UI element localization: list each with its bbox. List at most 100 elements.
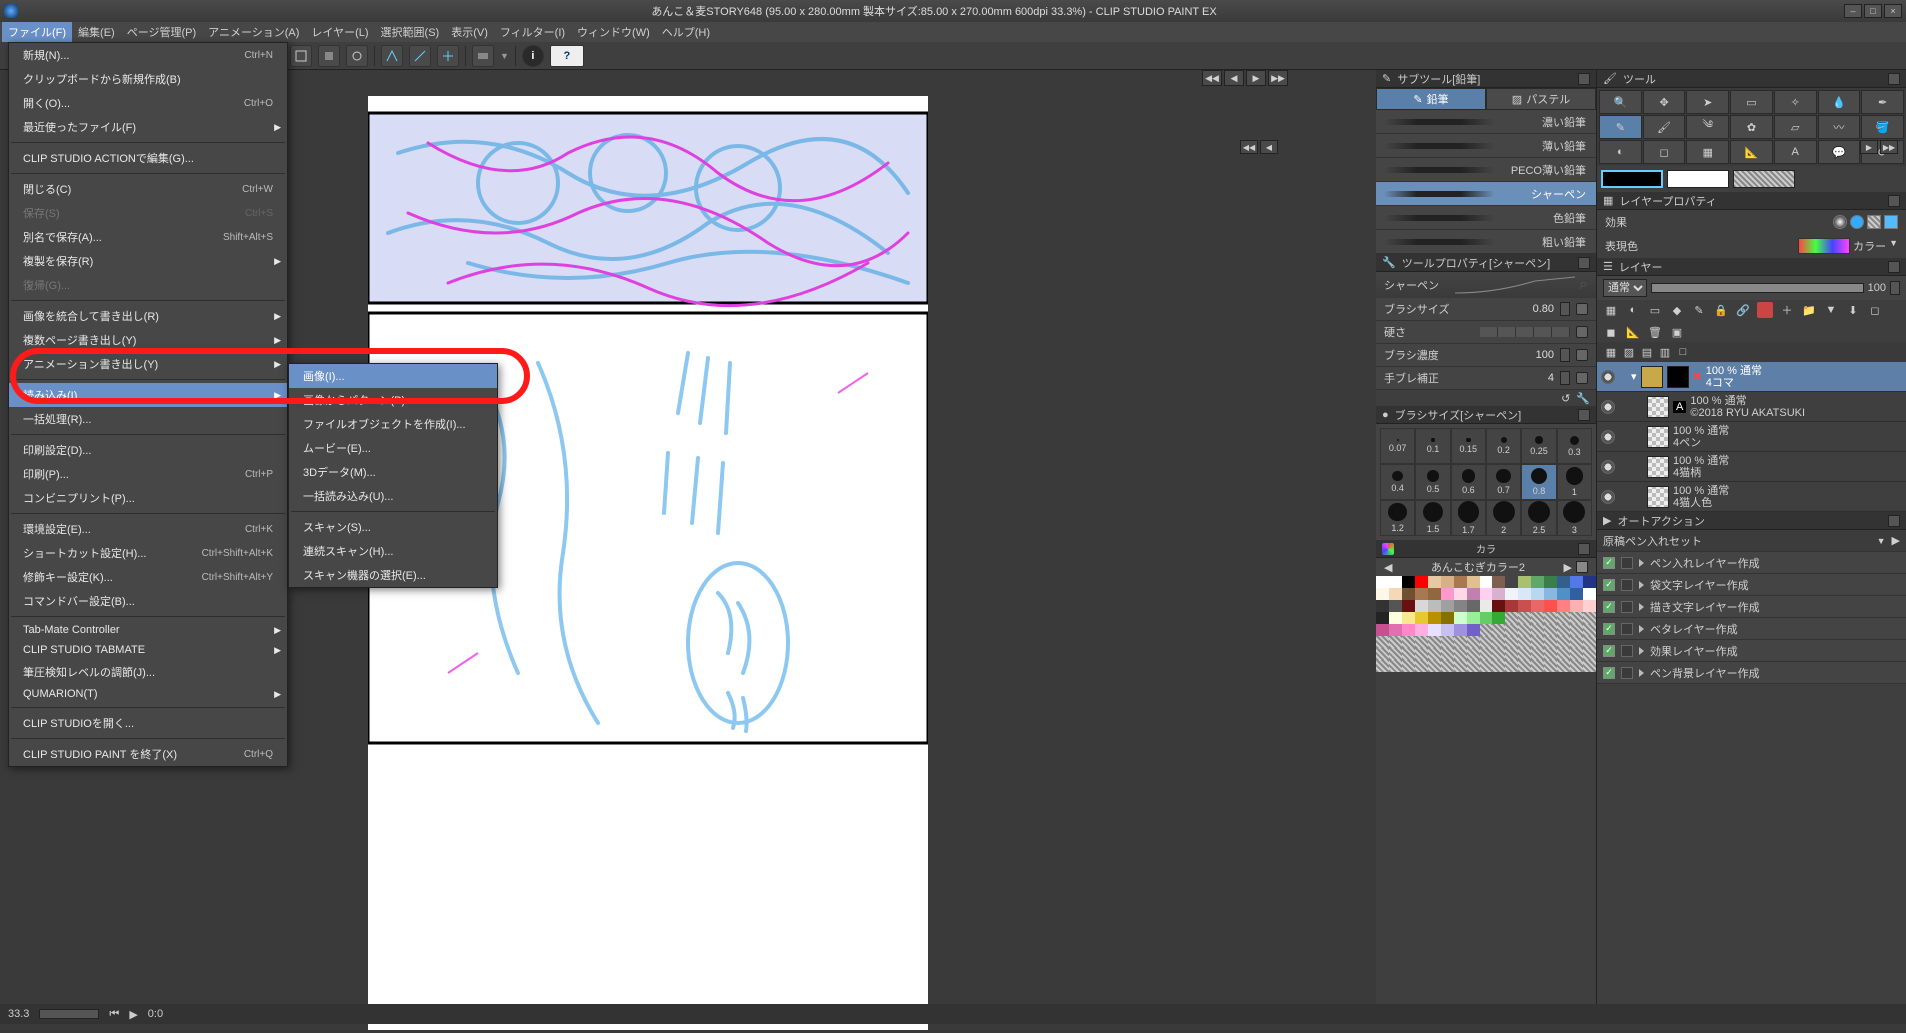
palette-swatch[interactable]	[1570, 612, 1583, 624]
palette-swatch[interactable]	[1531, 576, 1544, 588]
panel-a-prev-all[interactable]: ◀◀	[1240, 140, 1258, 154]
palette-swatch[interactable]	[1467, 612, 1480, 624]
layer-row[interactable]: 100 % 通常4ペン	[1597, 422, 1906, 452]
brush-item[interactable]: 粗い鉛筆	[1376, 230, 1596, 254]
palette-swatch[interactable]	[1402, 600, 1415, 612]
palette-swatch[interactable]	[1428, 660, 1441, 672]
palette-swatch[interactable]	[1531, 588, 1544, 600]
palette-swatch[interactable]	[1376, 624, 1389, 636]
action-record-icon[interactable]	[1621, 667, 1633, 679]
action-expand-icon[interactable]	[1639, 625, 1644, 633]
opacity-slider[interactable]	[1651, 283, 1864, 293]
palette-swatch[interactable]	[1389, 648, 1402, 660]
layer-down-icon[interactable]: ▼	[1823, 302, 1839, 318]
brush-size-cell[interactable]: 0.4	[1380, 464, 1415, 500]
palette-swatch[interactable]	[1376, 648, 1389, 660]
palette-swatch[interactable]	[1518, 612, 1531, 624]
layer-visibility-icon[interactable]	[1601, 400, 1615, 414]
palette-swatch[interactable]	[1492, 600, 1505, 612]
tool-shape[interactable]: ◻	[1643, 140, 1686, 164]
layer-row[interactable]: A100 % 通常©2018 RYU AKATSUKI	[1597, 392, 1906, 422]
palette-swatch[interactable]	[1544, 600, 1557, 612]
settings-icon[interactable]: 🔧	[1576, 392, 1590, 404]
fg-color[interactable]	[1601, 170, 1663, 188]
transparent-color[interactable]	[1733, 170, 1795, 188]
tool-arrow[interactable]: ➤	[1686, 90, 1729, 114]
palette-swatch[interactable]	[1518, 576, 1531, 588]
tool-property-row[interactable]: 硬さ	[1376, 321, 1596, 344]
import-submenu-item[interactable]: ムービー(E)...	[289, 436, 497, 460]
palette-swatch[interactable]	[1454, 588, 1467, 600]
layer-lock-icon[interactable]: 🔒	[1713, 302, 1729, 318]
action-check-icon[interactable]: ✓	[1603, 557, 1615, 569]
palette-swatch[interactable]	[1402, 612, 1415, 624]
palette-swatch[interactable]	[1531, 612, 1544, 624]
nav-next[interactable]: ▶	[1246, 70, 1266, 86]
palette-swatch[interactable]	[1467, 588, 1480, 600]
palette-swatch[interactable]	[1544, 588, 1557, 600]
import-submenu-item[interactable]: スキャン(S)...	[289, 515, 497, 539]
layer-row[interactable]: ▾✖100 % 通常4コマ	[1597, 362, 1906, 392]
palette-swatch[interactable]	[1454, 624, 1467, 636]
layer-visibility-icon[interactable]	[1601, 430, 1615, 444]
action-expand-icon[interactable]	[1639, 603, 1644, 611]
palette-swatch[interactable]	[1389, 612, 1402, 624]
brush-size-cell[interactable]: 3	[1557, 500, 1592, 536]
tool-pencil[interactable]: ✎	[1599, 115, 1642, 139]
palette-swatch[interactable]	[1505, 648, 1518, 660]
info-btn[interactable]: i	[522, 45, 544, 67]
brush-size-cell[interactable]: 1	[1557, 464, 1592, 500]
palette-swatch[interactable]	[1492, 648, 1505, 660]
palette-swatch[interactable]	[1402, 648, 1415, 660]
palette-swatch[interactable]	[1505, 588, 1518, 600]
layer-visibility-icon[interactable]	[1601, 370, 1615, 384]
palette-swatch[interactable]	[1441, 588, 1454, 600]
frame-border-icon[interactable]: ▦	[1603, 344, 1619, 360]
action-check-icon[interactable]: ✓	[1603, 645, 1615, 657]
palette-swatch[interactable]	[1505, 660, 1518, 672]
palette-swatch[interactable]	[1583, 660, 1596, 672]
menu-animation[interactable]: アニメーション(A)	[202, 22, 305, 42]
file-menu-item[interactable]: 開く(O)...Ctrl+O	[9, 91, 287, 115]
assist-btn[interactable]	[472, 45, 494, 67]
palette-swatch[interactable]	[1544, 624, 1557, 636]
palette-swatch[interactable]	[1454, 576, 1467, 588]
palette-swatch[interactable]	[1389, 636, 1402, 648]
action-expand-icon[interactable]	[1639, 581, 1644, 589]
subtool-tab-pastel[interactable]: ▨パステル	[1486, 88, 1596, 110]
import-submenu-item[interactable]: 画像からパターン(P)...	[289, 388, 497, 412]
tool-select[interactable]: ▭	[1730, 90, 1773, 114]
palette-swatch[interactable]	[1415, 636, 1428, 648]
file-menu-item[interactable]: コマンドバー設定(B)...	[9, 589, 287, 613]
palette-swatch[interactable]	[1583, 636, 1596, 648]
palette-swatch[interactable]	[1544, 660, 1557, 672]
palette-swatch[interactable]	[1441, 624, 1454, 636]
palette-swatch[interactable]	[1518, 636, 1531, 648]
palette-swatch[interactable]	[1583, 576, 1596, 588]
file-menu-item[interactable]: 読み込み(I)▶	[9, 383, 287, 407]
palette-swatch[interactable]	[1544, 612, 1557, 624]
layer-lock-trans-icon[interactable]: ▦	[1603, 302, 1619, 318]
effect-pattern-icon[interactable]	[1867, 215, 1881, 229]
palette-swatch[interactable]	[1441, 576, 1454, 588]
palette-swatch[interactable]	[1531, 600, 1544, 612]
palette-swatch[interactable]	[1557, 636, 1570, 648]
snap-btn-3[interactable]	[437, 45, 459, 67]
palette-swatch[interactable]	[1428, 636, 1441, 648]
palette-swatch[interactable]	[1583, 648, 1596, 660]
brush-item[interactable]: 薄い鉛筆	[1376, 134, 1596, 158]
action-expand-icon[interactable]	[1639, 669, 1644, 677]
palette-swatch[interactable]	[1441, 660, 1454, 672]
import-submenu-item[interactable]: 3Dデータ(M)...	[289, 460, 497, 484]
import-submenu-item[interactable]: 画像(I)...	[289, 364, 497, 388]
file-menu-item[interactable]: 閉じる(C)Ctrl+W	[9, 177, 287, 201]
palette-swatch[interactable]	[1402, 660, 1415, 672]
layer-ref-icon[interactable]: ◆	[1669, 302, 1685, 318]
action-check-icon[interactable]: ✓	[1603, 579, 1615, 591]
palette-swatch[interactable]	[1570, 636, 1583, 648]
action-check-icon[interactable]: ✓	[1603, 623, 1615, 635]
layer-link-icon[interactable]: 🔗	[1735, 302, 1751, 318]
panel-a-prev[interactable]: ◀	[1260, 140, 1278, 154]
palette-swatch[interactable]	[1467, 600, 1480, 612]
menu-file[interactable]: ファイル(F)	[2, 22, 72, 42]
